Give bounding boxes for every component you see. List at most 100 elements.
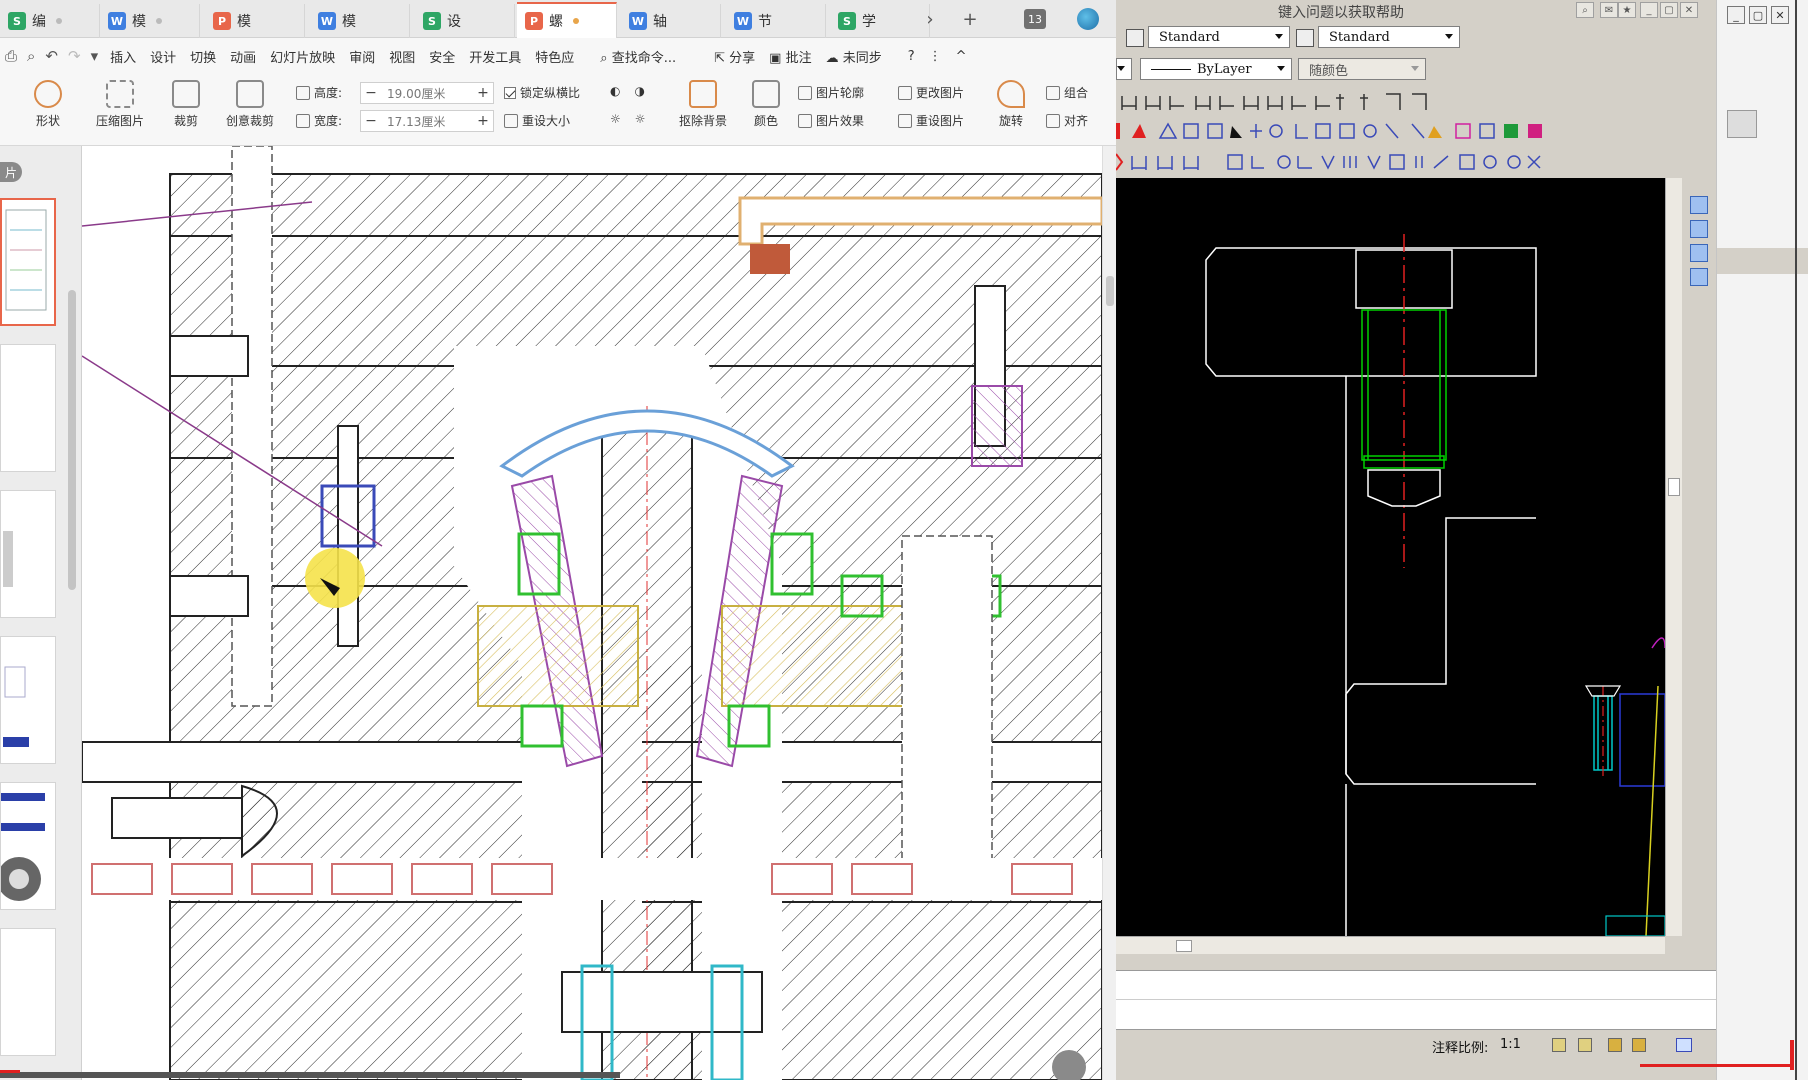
tab-count-badge[interactable]: 13 [1024,9,1046,29]
brightness-down-icon[interactable]: ☼ [610,112,621,126]
increase-width-button[interactable]: + [473,113,493,129]
search-command[interactable]: ⌕ 查找命令... [593,47,683,66]
doc-tab-9[interactable]: S 学 [830,4,930,38]
undo-icon[interactable]: ↶ [40,47,63,65]
height-stepper[interactable]: − 19.00厘米 + [360,82,494,104]
remove-background-button[interactable]: 抠除背景 [668,80,738,129]
layer-tool-icon[interactable] [1690,220,1708,238]
redo-icon[interactable]: ↷ [63,47,86,65]
menu-security[interactable]: 安全 [422,47,462,66]
doc-tab-3[interactable]: P 模 [205,4,305,38]
restore-icon[interactable]: ▢ [1749,6,1767,24]
picture-effect-button[interactable]: 图片效果 [798,112,864,129]
scroll-thumb[interactable] [1668,478,1680,496]
layer-tool-icon[interactable] [1690,196,1708,214]
height-value[interactable]: 19.00厘米 [381,85,473,102]
scroll-thumb[interactable] [1176,940,1192,952]
menu-slideshow[interactable]: 幻灯片放映 [263,47,342,66]
slides-panel-tab[interactable]: 片 [0,162,22,182]
clean-screen-icon[interactable] [1676,1038,1692,1052]
picture-outline-button[interactable]: 图片轮廓 [798,84,864,101]
brightness-icon[interactable]: ◐ [610,84,620,98]
print-icon[interactable]: ⎙ [0,47,22,65]
dim-style-select[interactable]: Standard [1318,26,1460,48]
layer-select[interactable] [1116,58,1132,80]
close-icon[interactable]: ✕ [1771,6,1789,24]
help-search-field[interactable]: 键入问题以获取帮助 [1278,2,1404,22]
more-menu-button[interactable]: ⋮ [922,49,949,64]
cad-vertical-scrollbar[interactable] [1665,178,1682,936]
search-icon[interactable]: ⌕ [1576,2,1594,18]
tab-scroll-right-button[interactable]: › [920,6,940,32]
communication-icon[interactable]: ✉ [1600,2,1618,18]
command-line[interactable] [1116,970,1716,1030]
cad-drawing-viewport[interactable] [1116,178,1665,936]
dim-style-icon[interactable] [1296,29,1314,47]
creative-crop-button[interactable]: 创意裁剪 [220,80,280,129]
slide-thumbnail[interactable] [0,928,56,1056]
modify-tool-icons[interactable] [1116,116,1556,146]
plot-color-select[interactable]: 随颜色 [1298,58,1426,80]
customize-icon[interactable]: ▾ [86,47,104,65]
help-button[interactable]: ? [901,49,922,64]
scroll-thumb[interactable] [1106,276,1114,306]
doc-tab-8[interactable]: W 节 [726,4,826,38]
menu-view[interactable]: 视图 [382,47,422,66]
reset-picture-button[interactable]: 重设图片 [898,112,964,129]
new-tab-button[interactable]: + [958,6,982,32]
mold-drawing-image[interactable] [82,146,1102,1080]
shape-button[interactable]: 形状 [18,80,78,129]
slide-thumbnail[interactable] [0,490,56,618]
doc-tab-7[interactable]: W 轴 [621,4,721,38]
slide-thumbnail[interactable] [0,344,56,472]
dim-modify-tool-icons[interactable] [1116,146,1556,178]
preview-icon[interactable]: ⌕ [22,47,40,65]
doc-tab-5[interactable]: S 设 [415,4,515,38]
menu-insert[interactable]: 插入 [103,47,143,66]
text-style-select[interactable]: Standard [1148,26,1290,48]
share-button[interactable]: ⇱ 分享 [707,47,762,66]
menu-transition[interactable]: 切换 [183,47,223,66]
minimize-icon[interactable]: _ [1640,2,1658,18]
compress-picture-button[interactable]: 压缩图片 [90,80,150,129]
slide-thumbnail[interactable] [0,198,56,326]
doc-tab-4[interactable]: W 模 [310,4,410,38]
collapse-ribbon-button[interactable]: ^ [949,49,974,64]
menu-review[interactable]: 审阅 [342,47,382,66]
minimize-icon[interactable]: _ [1727,6,1745,24]
dimension-tool-icons[interactable] [1116,86,1476,116]
layer-tool-icon[interactable] [1690,244,1708,262]
cad-horizontal-scrollbar[interactable] [1116,936,1665,954]
width-stepper[interactable]: − 17.13厘米 + [360,110,494,132]
slide-thumbnail[interactable] [0,782,56,910]
toolbar-lock-icon[interactable] [1632,1038,1646,1052]
doc-tab-6-active[interactable]: P 螺 [517,2,617,38]
lock-icon[interactable] [1608,1038,1622,1052]
reset-size-button[interactable]: 重设大小 [504,112,570,129]
crop-button[interactable]: 裁剪 [156,80,216,129]
annotation-scale-value[interactable]: 1:1 [1500,1037,1521,1052]
annotation-visibility-icon[interactable] [1552,1038,1566,1052]
panel-scrollbar[interactable] [68,290,76,590]
tool-palette-icon[interactable] [1727,110,1757,138]
text-style-icon[interactable] [1126,29,1144,47]
canvas-vertical-scrollbar[interactable] [1102,146,1116,1080]
menu-animation[interactable]: 动画 [223,47,263,66]
decrease-height-button[interactable]: − [361,85,381,101]
doc-tab-1[interactable]: S 编 [0,4,100,38]
comment-button[interactable]: ▣ 批注 [762,47,818,66]
lock-ratio-checkbox[interactable]: 锁定纵横比 [504,84,580,101]
favorites-icon[interactable]: ★ [1618,2,1636,18]
menu-features[interactable]: 特色应 [528,47,581,66]
cloud-icon[interactable] [1077,8,1099,30]
menu-design[interactable]: 设计 [143,47,183,66]
auto-scale-icon[interactable] [1578,1038,1592,1052]
layer-tool-icon[interactable] [1690,268,1708,286]
sync-button[interactable]: ☁ 未同步 [819,47,889,66]
slide-thumbnail[interactable] [0,636,56,764]
cad-drawing[interactable] [1116,178,1665,936]
contrast-icon[interactable]: ◑ [634,84,644,98]
width-value[interactable]: 17.13厘米 [381,113,473,130]
rotate-button[interactable]: 旋转 [986,80,1036,129]
menu-developer[interactable]: 开发工具 [462,47,528,66]
